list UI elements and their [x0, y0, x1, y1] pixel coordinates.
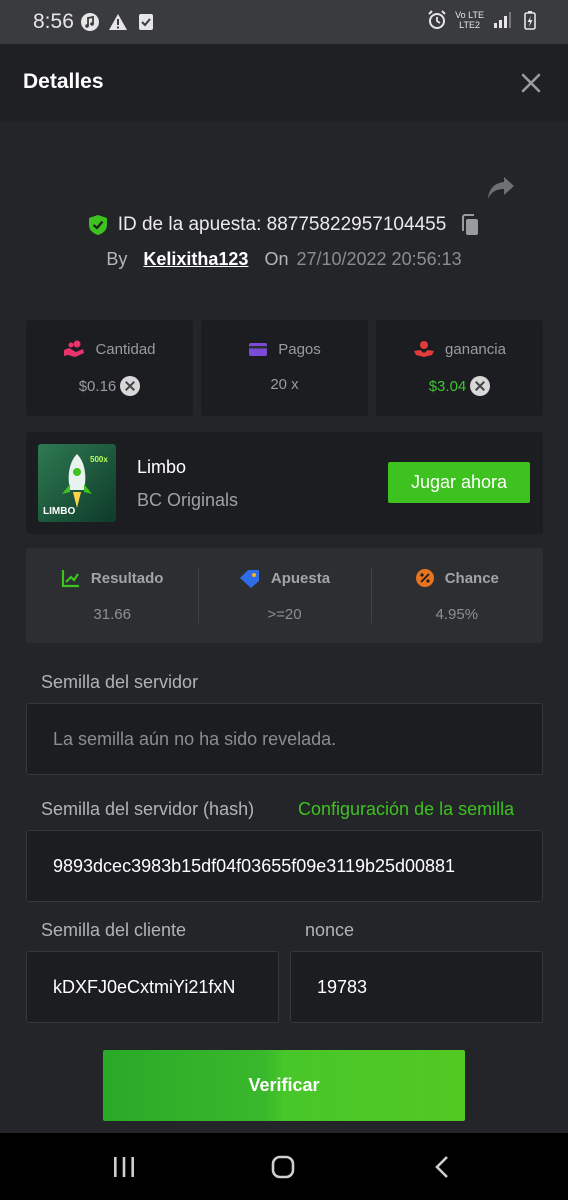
result-value: 31.66: [93, 606, 131, 623]
battery-icon: [524, 11, 536, 30]
bet-id-row: ID de la apuesta: 88775822957104455: [0, 214, 568, 236]
warning-icon: [109, 14, 127, 30]
home-icon[interactable]: [271, 1155, 295, 1179]
bet-date: 27/10/2022 20:56:13: [296, 249, 462, 269]
chance-column: Chance 4.95%: [370, 548, 543, 643]
stat-value: $0.16: [78, 377, 117, 395]
stat-profit: ganancia $3.04: [376, 320, 543, 416]
chance-label: Chance: [444, 569, 499, 587]
hand-coins-icon: [64, 340, 85, 357]
stat-value: 20 x: [270, 376, 299, 393]
bet-column: Apuesta >=20: [198, 548, 370, 643]
percent-icon: [415, 569, 434, 587]
result-column: Resultado 31.66: [26, 548, 198, 643]
stat-amount: Cantidad $0.16: [26, 320, 193, 416]
currency-coin-icon: [120, 376, 141, 396]
server-seed-label: Semilla del servidor: [41, 672, 199, 692]
result-card: Resultado 31.66 Apuesta >=20 Chance 4.95…: [26, 548, 543, 643]
recent-apps-icon[interactable]: [112, 1156, 136, 1178]
server-hash-field[interactable]: 9893dcec3983b15df04f03655f09e3119b25d008…: [26, 830, 543, 902]
bet-label: Apuesta: [270, 569, 331, 587]
tag-icon: [239, 570, 259, 588]
client-seed-field[interactable]: kDXFJ0eCxtmiYi21fxN: [26, 951, 279, 1023]
status-time: 8:56: [33, 10, 74, 33]
game-card: 500x LIMBO Limbo BC Originals Jugar ahor…: [26, 432, 543, 534]
stat-value: $3.04: [428, 377, 467, 395]
checkbox-icon: [139, 14, 153, 30]
verify-button[interactable]: Verificar: [103, 1050, 465, 1121]
shield-check-icon: [88, 215, 107, 235]
bet-id: ID de la apuesta: 88775822957104455: [117, 214, 447, 235]
dialog-header: Detalles: [0, 44, 568, 122]
profit-hand-icon: [414, 341, 435, 357]
thumb-text: LIMBO: [43, 506, 75, 517]
music-icon: [81, 13, 99, 31]
currency-coin-icon: [470, 376, 491, 396]
bet-stats: Cantidad $0.16 Pagos 20 x ganancia $3.04: [26, 320, 543, 416]
alarm-icon: [428, 10, 446, 29]
network-label-top: Vo LTE: [455, 10, 484, 20]
stat-label: Cantidad: [95, 340, 156, 358]
bet-author-row: By Kelixitha123 On 27/10/2022 20:56:13: [0, 249, 568, 270]
bet-value: >=20: [267, 606, 302, 623]
thumb-badge: 500x: [90, 455, 108, 464]
rocket-thumbnail-icon: 500x LIMBO: [38, 444, 116, 522]
result-label: Resultado: [90, 569, 164, 587]
stat-label: ganancia: [445, 340, 506, 358]
seed-config-link[interactable]: Configuración de la semilla: [298, 799, 514, 820]
stat-label: Pagos: [278, 340, 321, 358]
by-label: By: [106, 249, 128, 269]
play-now-button[interactable]: Jugar ahora: [388, 462, 530, 503]
game-provider: BC Originals: [137, 490, 239, 510]
game-thumbnail[interactable]: 500x LIMBO: [38, 444, 116, 522]
server-hash-label: Semilla del servidor (hash): [41, 799, 255, 819]
network-label-bottom: LTE2: [459, 20, 480, 30]
server-seed-field[interactable]: La semilla aún no ha sido revelada.: [26, 703, 543, 775]
nonce-label: nonce: [305, 920, 355, 940]
client-seed-label: Semilla del cliente: [41, 920, 187, 940]
copy-icon[interactable]: [460, 214, 480, 236]
stat-payout: Pagos 20 x: [201, 320, 368, 416]
game-name: Limbo: [137, 457, 187, 477]
page-title: Detalles: [23, 70, 104, 93]
on-label: On: [264, 249, 289, 269]
chart-up-icon: [61, 570, 79, 588]
username-link[interactable]: Kelixitha123: [143, 249, 248, 270]
share-icon[interactable]: [487, 175, 515, 201]
nonce-field[interactable]: 19783: [290, 951, 543, 1023]
wallet-icon: [249, 343, 268, 356]
back-icon[interactable]: [432, 1155, 452, 1179]
signal-icon: [494, 12, 511, 28]
network-label: Vo LTE LTE2: [455, 10, 484, 30]
close-icon[interactable]: [520, 72, 542, 94]
status-bar: 8:56 Vo LTE LTE2: [0, 0, 568, 44]
chance-value: 4.95%: [435, 606, 479, 623]
